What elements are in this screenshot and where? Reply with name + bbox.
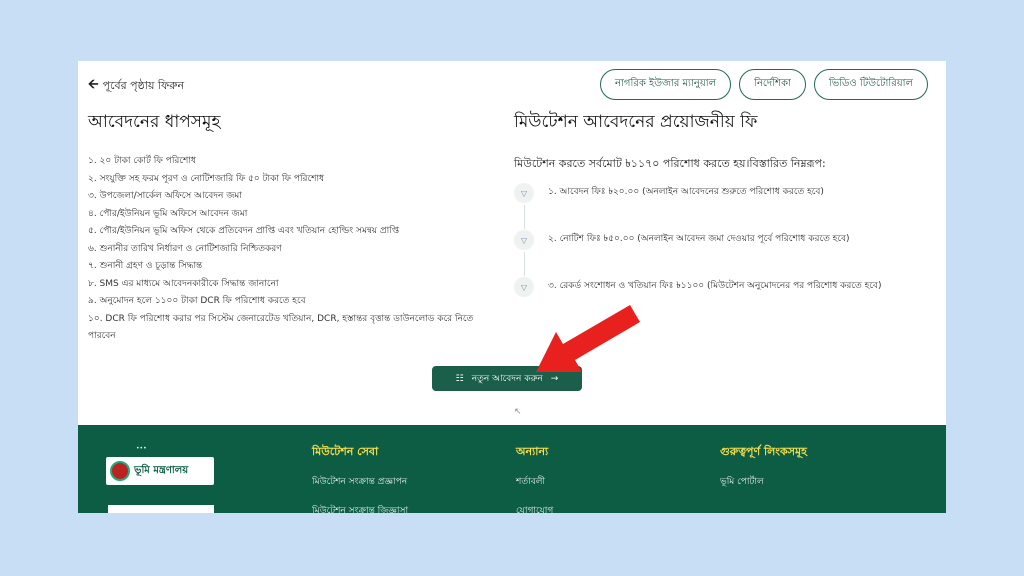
chevron-down-icon: ▽ bbox=[514, 277, 534, 297]
footer-column-title: গুরুত্বপূর্ণ লিংকসমূহ bbox=[720, 445, 807, 458]
fee-item: ▽ ৩. রেকর্ড সংশোধন ও খতিয়ান ফিঃ ৳১১০০ (… bbox=[514, 277, 934, 326]
fee-item-text: ৩. রেকর্ড সংশোধন ও খতিয়ান ফিঃ ৳১১০০ (মি… bbox=[548, 281, 882, 291]
steps-list: ১. ২০ টাকা কোর্ট ফি পরিশোধ ২. সংযুক্তি স… bbox=[88, 153, 498, 346]
footer-column-title: অন্যান্য bbox=[516, 445, 549, 458]
back-link-label: পূর্বের পৃষ্ঠায় ফিরুন bbox=[102, 78, 185, 92]
fees-subheading: মিউটেশন করতে সর্বমোট ৳১১৭০ পরিশোধ করতে হ… bbox=[514, 157, 826, 170]
user-manual-button[interactable]: নাগরিক ইউজার ম্যানুয়াল bbox=[600, 69, 732, 100]
fee-item: ▽ ১. আবেদন ফিঃ ৳২০.০০ (অনলাইন আবেদনের শু… bbox=[514, 183, 934, 232]
new-application-button[interactable]: ☷ নতুন আবেদন করুন → bbox=[432, 366, 582, 391]
mouse-cursor-icon: ↖ bbox=[514, 407, 522, 417]
arrow-right-icon: → bbox=[550, 373, 559, 384]
step-item: ৫. পৌর/ইউনিয়ন ভূমি অফিস থেকে প্রতিবেদন … bbox=[88, 226, 400, 236]
footer-column-title: মিউটেশন সেবা bbox=[312, 445, 379, 458]
footer-link[interactable]: মিউটেশন সংক্রান্ত জিজ্ঞাসা bbox=[312, 503, 408, 513]
top-button-group: নাগরিক ইউজার ম্যানুয়াল নির্দেশিকা ভিডিও… bbox=[600, 69, 928, 100]
video-tutorial-button[interactable]: ভিডিও টিউটোরিয়াল bbox=[813, 69, 928, 100]
chevron-down-icon: ▽ bbox=[514, 230, 534, 250]
step-item: ১০. DCR ফি পরিশোধ করার পর সিস্টেম জেনারে… bbox=[88, 313, 474, 342]
bangladesh-emblem-icon bbox=[110, 461, 130, 481]
footer-link[interactable]: শর্তাবলী bbox=[516, 474, 553, 489]
step-item: ১. ২০ টাকা কোর্ট ফি পরিশোধ bbox=[88, 156, 196, 166]
timeline-divider bbox=[524, 252, 525, 276]
footer-column-mutation: মিউটেশন সেবা মিউটেশন সংক্রান্ত প্রজ্ঞাপন… bbox=[312, 443, 408, 513]
arrow-left-icon: 🡨 bbox=[88, 77, 99, 92]
timeline-divider bbox=[524, 205, 525, 229]
ministry-logo[interactable]: ভূমি মন্ত্রণালয় bbox=[106, 457, 214, 485]
footer-link[interactable]: যোগাযোগ bbox=[516, 503, 553, 513]
step-item: ৬. শুনানীর তারিখ নির্ধারণ ও নোটিশজারি নি… bbox=[88, 243, 282, 254]
guideline-button[interactable]: নির্দেশিকা bbox=[739, 69, 806, 100]
logo-caption-icon: ••• bbox=[136, 445, 147, 452]
footer-link[interactable]: ভূমি পোর্টাল bbox=[720, 474, 807, 489]
chevron-down-icon: ▽ bbox=[514, 183, 534, 203]
step-item: ৪. পৌর/ইউনিয়ন ভূমি অফিসে আবেদন জমা bbox=[88, 208, 248, 219]
page-frame: 🡨 পূর্বের পৃষ্ঠায় ফিরুন নাগরিক ইউজার ম্… bbox=[78, 61, 946, 513]
step-item: ৭. শুনানী গ্রহণ ও চূড়ান্ত সিদ্ধান্ত bbox=[88, 261, 203, 271]
back-link[interactable]: 🡨 পূর্বের পৃষ্ঠায় ফিরুন bbox=[88, 75, 184, 97]
fees-heading: মিউটেশন আবেদনের প্রয়োজনীয় ফি bbox=[514, 112, 758, 132]
footer-column-others: অন্যান্য শর্তাবলী যোগাযোগ bbox=[516, 443, 553, 513]
partner-logo[interactable] bbox=[108, 505, 214, 513]
step-item: ৯. অনুমোদন হলে ১১০০ টাকা DCR ফি পরিশোধ ক… bbox=[88, 296, 306, 306]
fee-item: ▽ ২. নোটিশ ফিঃ ৳৫০.০০ (অনলাইন আবেদন জমা … bbox=[514, 230, 934, 279]
steps-heading: আবেদনের ধাপসমূহ bbox=[88, 112, 221, 132]
step-item: ৮. SMS এর মাধ্যমে আবেদনকারীকে সিদ্ধান্ত … bbox=[88, 278, 279, 289]
ministry-logo-text: ভূমি মন্ত্রণালয় bbox=[134, 464, 189, 476]
new-application-label: নতুন আবেদন করুন bbox=[471, 374, 543, 384]
fee-item-text: ২. নোটিশ ফিঃ ৳৫০.০০ (অনলাইন আবেদন জমা দে… bbox=[548, 234, 850, 244]
document-icon: ☷ bbox=[455, 373, 464, 384]
footer-column-important-links: গুরুত্বপূর্ণ লিংকসমূহ ভূমি পোর্টাল bbox=[720, 443, 807, 503]
fees-list: ▽ ১. আবেদন ফিঃ ৳২০.০০ (অনলাইন আবেদনের শু… bbox=[514, 183, 934, 326]
fee-item-text: ১. আবেদন ফিঃ ৳২০.০০ (অনলাইন আবেদনের শুরু… bbox=[548, 187, 824, 197]
step-item: ৩. উপজেলা/সার্কেল অফিসে আবেদন জমা bbox=[88, 191, 242, 201]
footer-link[interactable]: মিউটেশন সংক্রান্ত প্রজ্ঞাপন bbox=[312, 474, 408, 489]
footer: ••• ভূমি মন্ত্রণালয় মিউটেশন সেবা মিউটেশ… bbox=[78, 425, 946, 513]
step-item: ২. সংযুক্তি সহ ফরম পূরণ ও নোটিশজারি ফি ৫… bbox=[88, 173, 325, 184]
